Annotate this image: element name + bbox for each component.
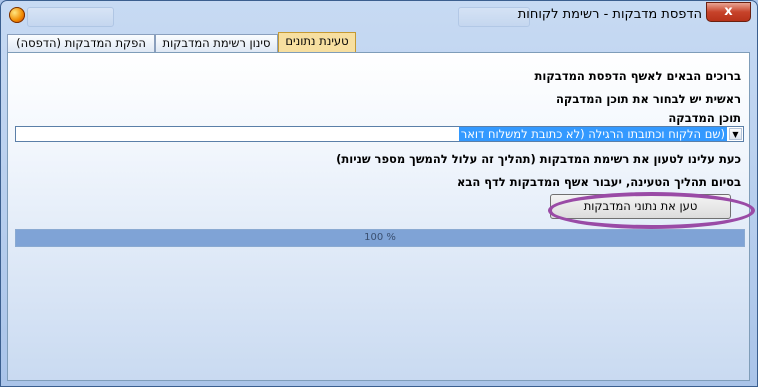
- content-label: תוכן המדבקה: [668, 111, 741, 125]
- load-instructions-text: כעת עלינו לטעון את רשימת המדבקות (תהליך …: [336, 152, 741, 166]
- title-bar[interactable]: הדפסת מדבקות - רשימת לקוחות x: [1, 1, 757, 31]
- window-title: הדפסת מדבקות - רשימת לקוחות: [517, 7, 702, 22]
- after-load-text: בסיום תהליך הטעינה, יעבור אשף המדבקות לד…: [457, 175, 741, 189]
- app-logo-icon[interactable]: [9, 7, 25, 23]
- highlight-ellipse: [548, 192, 755, 229]
- tab-load-data[interactable]: טעינת נתונים: [278, 32, 356, 53]
- progress-label: 100 %: [364, 232, 396, 243]
- first-step-text: ראשית יש לבחור את תוכן המדבקה: [556, 92, 741, 106]
- label-content-select[interactable]: (שם הלקוח וכתובתו הרגילה (לא כתובת למשלו…: [15, 126, 744, 142]
- close-icon: x: [724, 4, 733, 19]
- welcome-text: ברוכים הבאים לאשף הדפסת המדבקות: [534, 69, 741, 83]
- main-window: הדפסת מדבקות - רשימת לקוחות x הפקת המדבק…: [0, 0, 758, 387]
- tab-print-labels[interactable]: הפקת המדבקות (הדפסה): [7, 34, 155, 52]
- tab-strip: הפקת המדבקות (הדפסה) סינון רשימת המדבקות…: [7, 31, 750, 53]
- tab-filter-list[interactable]: סינון רשימת המדבקות: [155, 34, 278, 52]
- tab-panel: ברוכים הבאים לאשף הדפסת המדבקות ראשית יש…: [7, 52, 755, 381]
- progress-bar: 100 %: [15, 229, 745, 247]
- selected-content-value: (שם הלקוח וכתובתו הרגילה (לא כתובת למשלו…: [458, 127, 727, 141]
- client-area: הפקת המדבקות (הדפסה) סינון רשימת המדבקות…: [7, 31, 755, 381]
- close-button[interactable]: x: [706, 2, 751, 22]
- titlebar-ghost-button: [27, 7, 114, 27]
- chevron-down-icon[interactable]: ▼: [729, 128, 742, 140]
